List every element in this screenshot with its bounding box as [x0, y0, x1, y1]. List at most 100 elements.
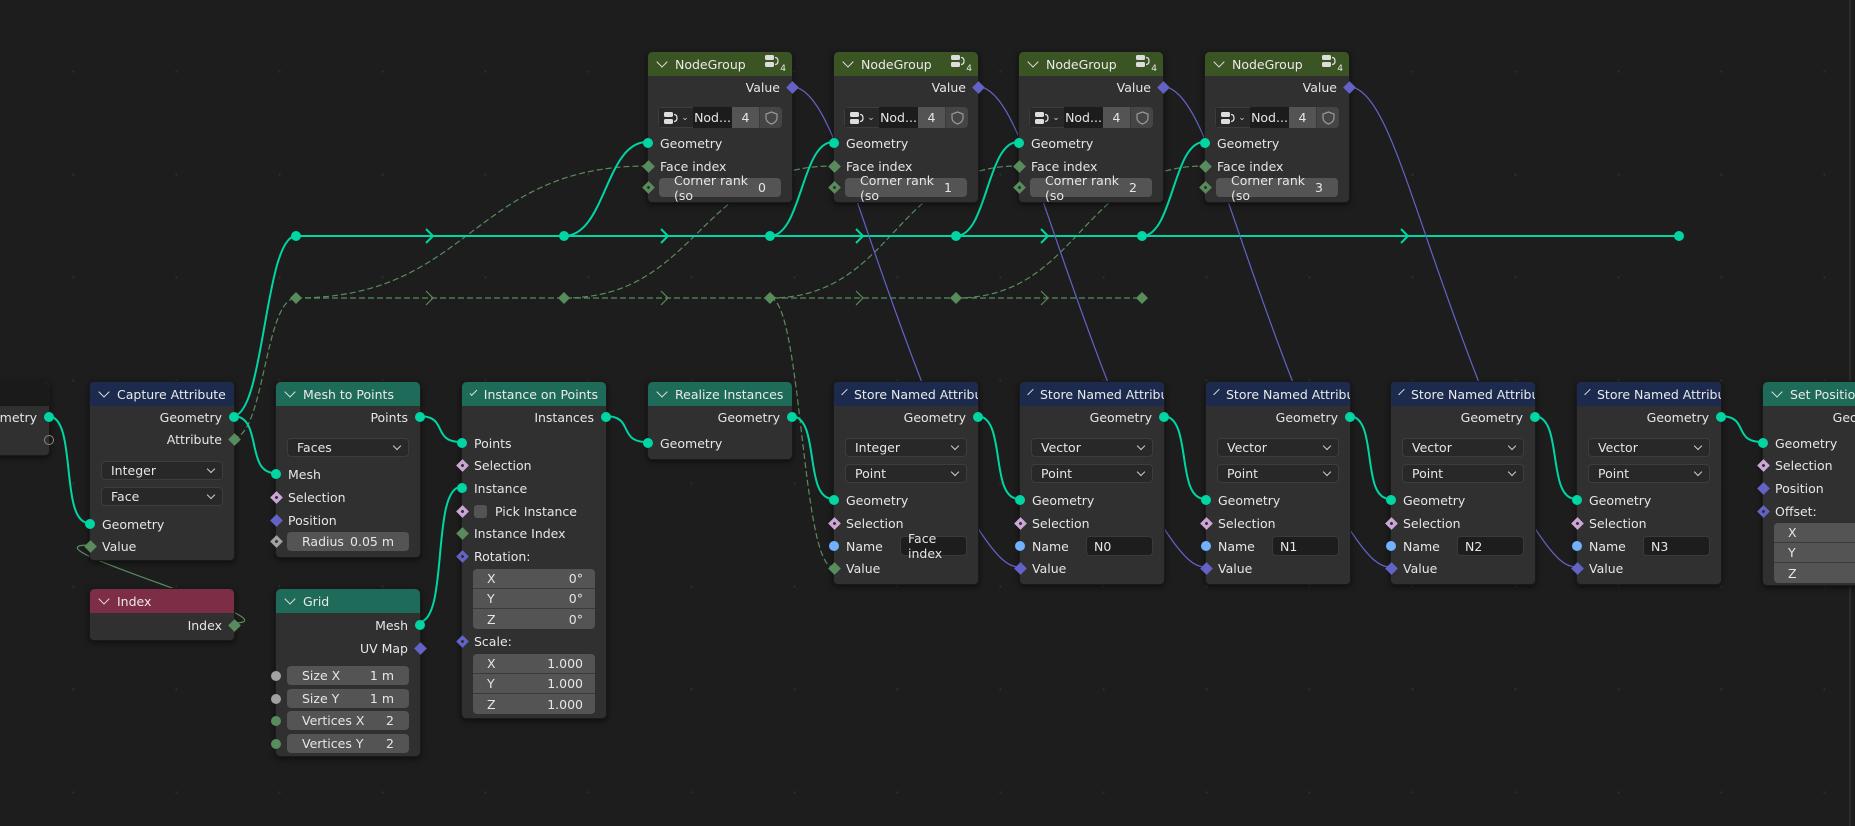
- data-type-dropdown[interactable]: Vector: [1588, 438, 1710, 457]
- integer-socket-icon[interactable]: [1012, 159, 1026, 173]
- mesh-to-points-node[interactable]: Mesh to Points Points Faces Mesh Selecti…: [269, 381, 425, 558]
- boolean-field-socket-icon[interactable]: [455, 504, 469, 518]
- geometry-socket-icon[interactable]: [829, 138, 839, 148]
- geometry-socket-icon[interactable]: [229, 412, 239, 422]
- user-count-button[interactable]: 4: [1289, 107, 1316, 128]
- reroute-node[interactable]: [1136, 292, 1148, 304]
- reroute-node[interactable]: [764, 292, 776, 304]
- browse-node-tree-button[interactable]: ⌄: [658, 107, 693, 128]
- geometry-socket-icon[interactable]: [85, 519, 95, 529]
- reroute-node[interactable]: [950, 292, 962, 304]
- vector-field-socket-icon[interactable]: [1756, 504, 1770, 518]
- boolean-field-socket-icon[interactable]: [1570, 516, 1584, 530]
- reroute-node[interactable]: [765, 231, 775, 241]
- instance-on-points-header[interactable]: Instance on Points: [462, 382, 606, 406]
- integer-field-socket-icon[interactable]: [1012, 181, 1026, 194]
- reroute-node[interactable]: [951, 231, 961, 241]
- geometry-socket-icon[interactable]: [1345, 412, 1355, 422]
- geometry-socket-icon[interactable]: [457, 438, 467, 448]
- vector-socket-icon[interactable]: [785, 80, 799, 94]
- geometry-socket-icon[interactable]: [1716, 412, 1726, 422]
- geometry-socket-icon[interactable]: [457, 483, 467, 493]
- reroute-node[interactable]: [1674, 231, 1684, 241]
- capture-attribute-node[interactable]: Capture Attribute Geometry Attribute Int…: [83, 381, 241, 561]
- data-type-dropdown[interactable]: Vector: [1402, 438, 1524, 457]
- grid-node[interactable]: Grid Mesh UV Map Size X 1 m Size Y 1 m V…: [271, 588, 427, 757]
- corner-rank-field[interactable]: Corner rank (so 0: [659, 173, 781, 203]
- vector-socket-icon[interactable]: [269, 513, 283, 527]
- reroute-node[interactable]: [291, 231, 301, 241]
- mode-dropdown[interactable]: Faces: [287, 438, 409, 457]
- collapse-chevron-icon[interactable]: [1213, 56, 1225, 68]
- float-socket-icon[interactable]: [271, 694, 281, 704]
- geometry-socket-icon[interactable]: [1758, 438, 1768, 448]
- integer-field-socket-icon[interactable]: [1198, 181, 1212, 194]
- scale-y-field[interactable]: Y 1.000: [473, 674, 595, 694]
- vertices-x-field[interactable]: Vertices X 2: [287, 711, 409, 730]
- integer-socket-icon[interactable]: [827, 159, 841, 173]
- set-position-header[interactable]: Set Position: [1763, 382, 1855, 406]
- attribute-name-input[interactable]: N1: [1272, 536, 1339, 556]
- collapse-chevron-icon[interactable]: [1027, 388, 1034, 396]
- string-socket-icon[interactable]: [1386, 541, 1396, 551]
- collapse-chevron-icon[interactable]: [1771, 386, 1783, 398]
- capture-attribute-header[interactable]: Capture Attribute: [90, 382, 234, 406]
- data-type-dropdown[interactable]: Vector: [1217, 438, 1339, 457]
- collapse-chevron-icon[interactable]: [656, 386, 668, 398]
- string-socket-icon[interactable]: [1015, 541, 1025, 551]
- corner-rank-field[interactable]: Corner rank (so 1: [845, 173, 967, 203]
- reroute-node[interactable]: [290, 292, 302, 304]
- node-group-header[interactable]: NodeGroup 4: [1019, 52, 1163, 76]
- collapse-chevron-icon[interactable]: [1213, 388, 1220, 396]
- collapse-chevron-icon[interactable]: [284, 593, 296, 605]
- realize-instances-header[interactable]: Realize Instances: [648, 382, 792, 406]
- collapse-chevron-icon[interactable]: [656, 56, 668, 68]
- geometry-socket-icon[interactable]: [1386, 495, 1396, 505]
- pick-instance-checkbox[interactable]: [474, 504, 487, 518]
- user-count-button[interactable]: 4: [732, 107, 759, 128]
- attribute-name-input[interactable]: N2: [1457, 536, 1524, 556]
- scale-x-field[interactable]: X 1.000: [473, 654, 595, 674]
- boolean-field-socket-icon[interactable]: [1384, 516, 1398, 530]
- geometry-socket-icon[interactable]: [1572, 495, 1582, 505]
- geometry-socket-icon[interactable]: [643, 438, 653, 448]
- node-group-node[interactable]: NodeGroup 4 Value ⌄ Nod... 4 Geometry Fa…: [1012, 51, 1170, 203]
- set-position-node[interactable]: Set Position Geometry Geometry Selection…: [1756, 381, 1855, 586]
- string-socket-icon[interactable]: [1201, 541, 1211, 551]
- domain-dropdown[interactable]: Face: [101, 487, 223, 506]
- collapse-chevron-icon[interactable]: [284, 386, 296, 398]
- instance-on-points-node[interactable]: Instance on Points Instances Points Sele…: [455, 381, 611, 719]
- integer-socket-icon[interactable]: [227, 432, 241, 446]
- corner-rank-field[interactable]: Corner rank (so 2: [1030, 173, 1152, 203]
- integer-socket-icon[interactable]: [641, 159, 655, 173]
- integer-socket-icon[interactable]: [827, 561, 841, 575]
- geometry-socket-icon[interactable]: [1530, 412, 1540, 422]
- geometry-socket-icon[interactable]: [601, 412, 611, 422]
- node-tree-name-field[interactable]: Nod...: [1250, 107, 1289, 128]
- data-type-dropdown[interactable]: Integer: [101, 461, 223, 480]
- size-x-field[interactable]: Size X 1 m: [287, 666, 409, 685]
- vector-socket-icon[interactable]: [1156, 80, 1170, 94]
- vertices-y-field[interactable]: Vertices Y 2: [287, 734, 409, 753]
- domain-dropdown[interactable]: Point: [1217, 464, 1339, 483]
- vector-socket-icon[interactable]: [1013, 561, 1027, 575]
- mesh-to-points-header[interactable]: Mesh to Points: [276, 382, 420, 406]
- vector-field-socket-icon[interactable]: [455, 634, 469, 648]
- radius-field[interactable]: Radius 0.05 m: [287, 532, 409, 551]
- reroute-node[interactable]: [558, 292, 570, 304]
- attribute-name-input[interactable]: Face index: [900, 531, 967, 561]
- collapse-chevron-icon[interactable]: [469, 388, 478, 396]
- store-named-attribute-header[interactable]: Store Named Attribute: [834, 382, 978, 406]
- fake-user-shield-icon[interactable]: [1130, 107, 1153, 128]
- browse-node-tree-button[interactable]: ⌄: [1029, 107, 1064, 128]
- node-group-node[interactable]: NodeGroup 4 Value ⌄ Nod... 4 Geometry Fa…: [1198, 51, 1356, 203]
- node-tree-name-field[interactable]: Nod...: [879, 107, 918, 128]
- integer-field-socket-icon[interactable]: [641, 181, 655, 194]
- attribute-name-input[interactable]: N3: [1643, 536, 1710, 556]
- rotation-z-field[interactable]: Z 0°: [473, 609, 595, 629]
- offset-z-field[interactable]: Z: [1774, 563, 1855, 583]
- geometry-socket-icon[interactable]: [643, 138, 653, 148]
- size-y-field[interactable]: Size Y 1 m: [287, 689, 409, 708]
- realize-instances-node[interactable]: Realize Instances Geometry Geometry: [643, 381, 797, 460]
- rotation-y-field[interactable]: Y 0°: [473, 589, 595, 609]
